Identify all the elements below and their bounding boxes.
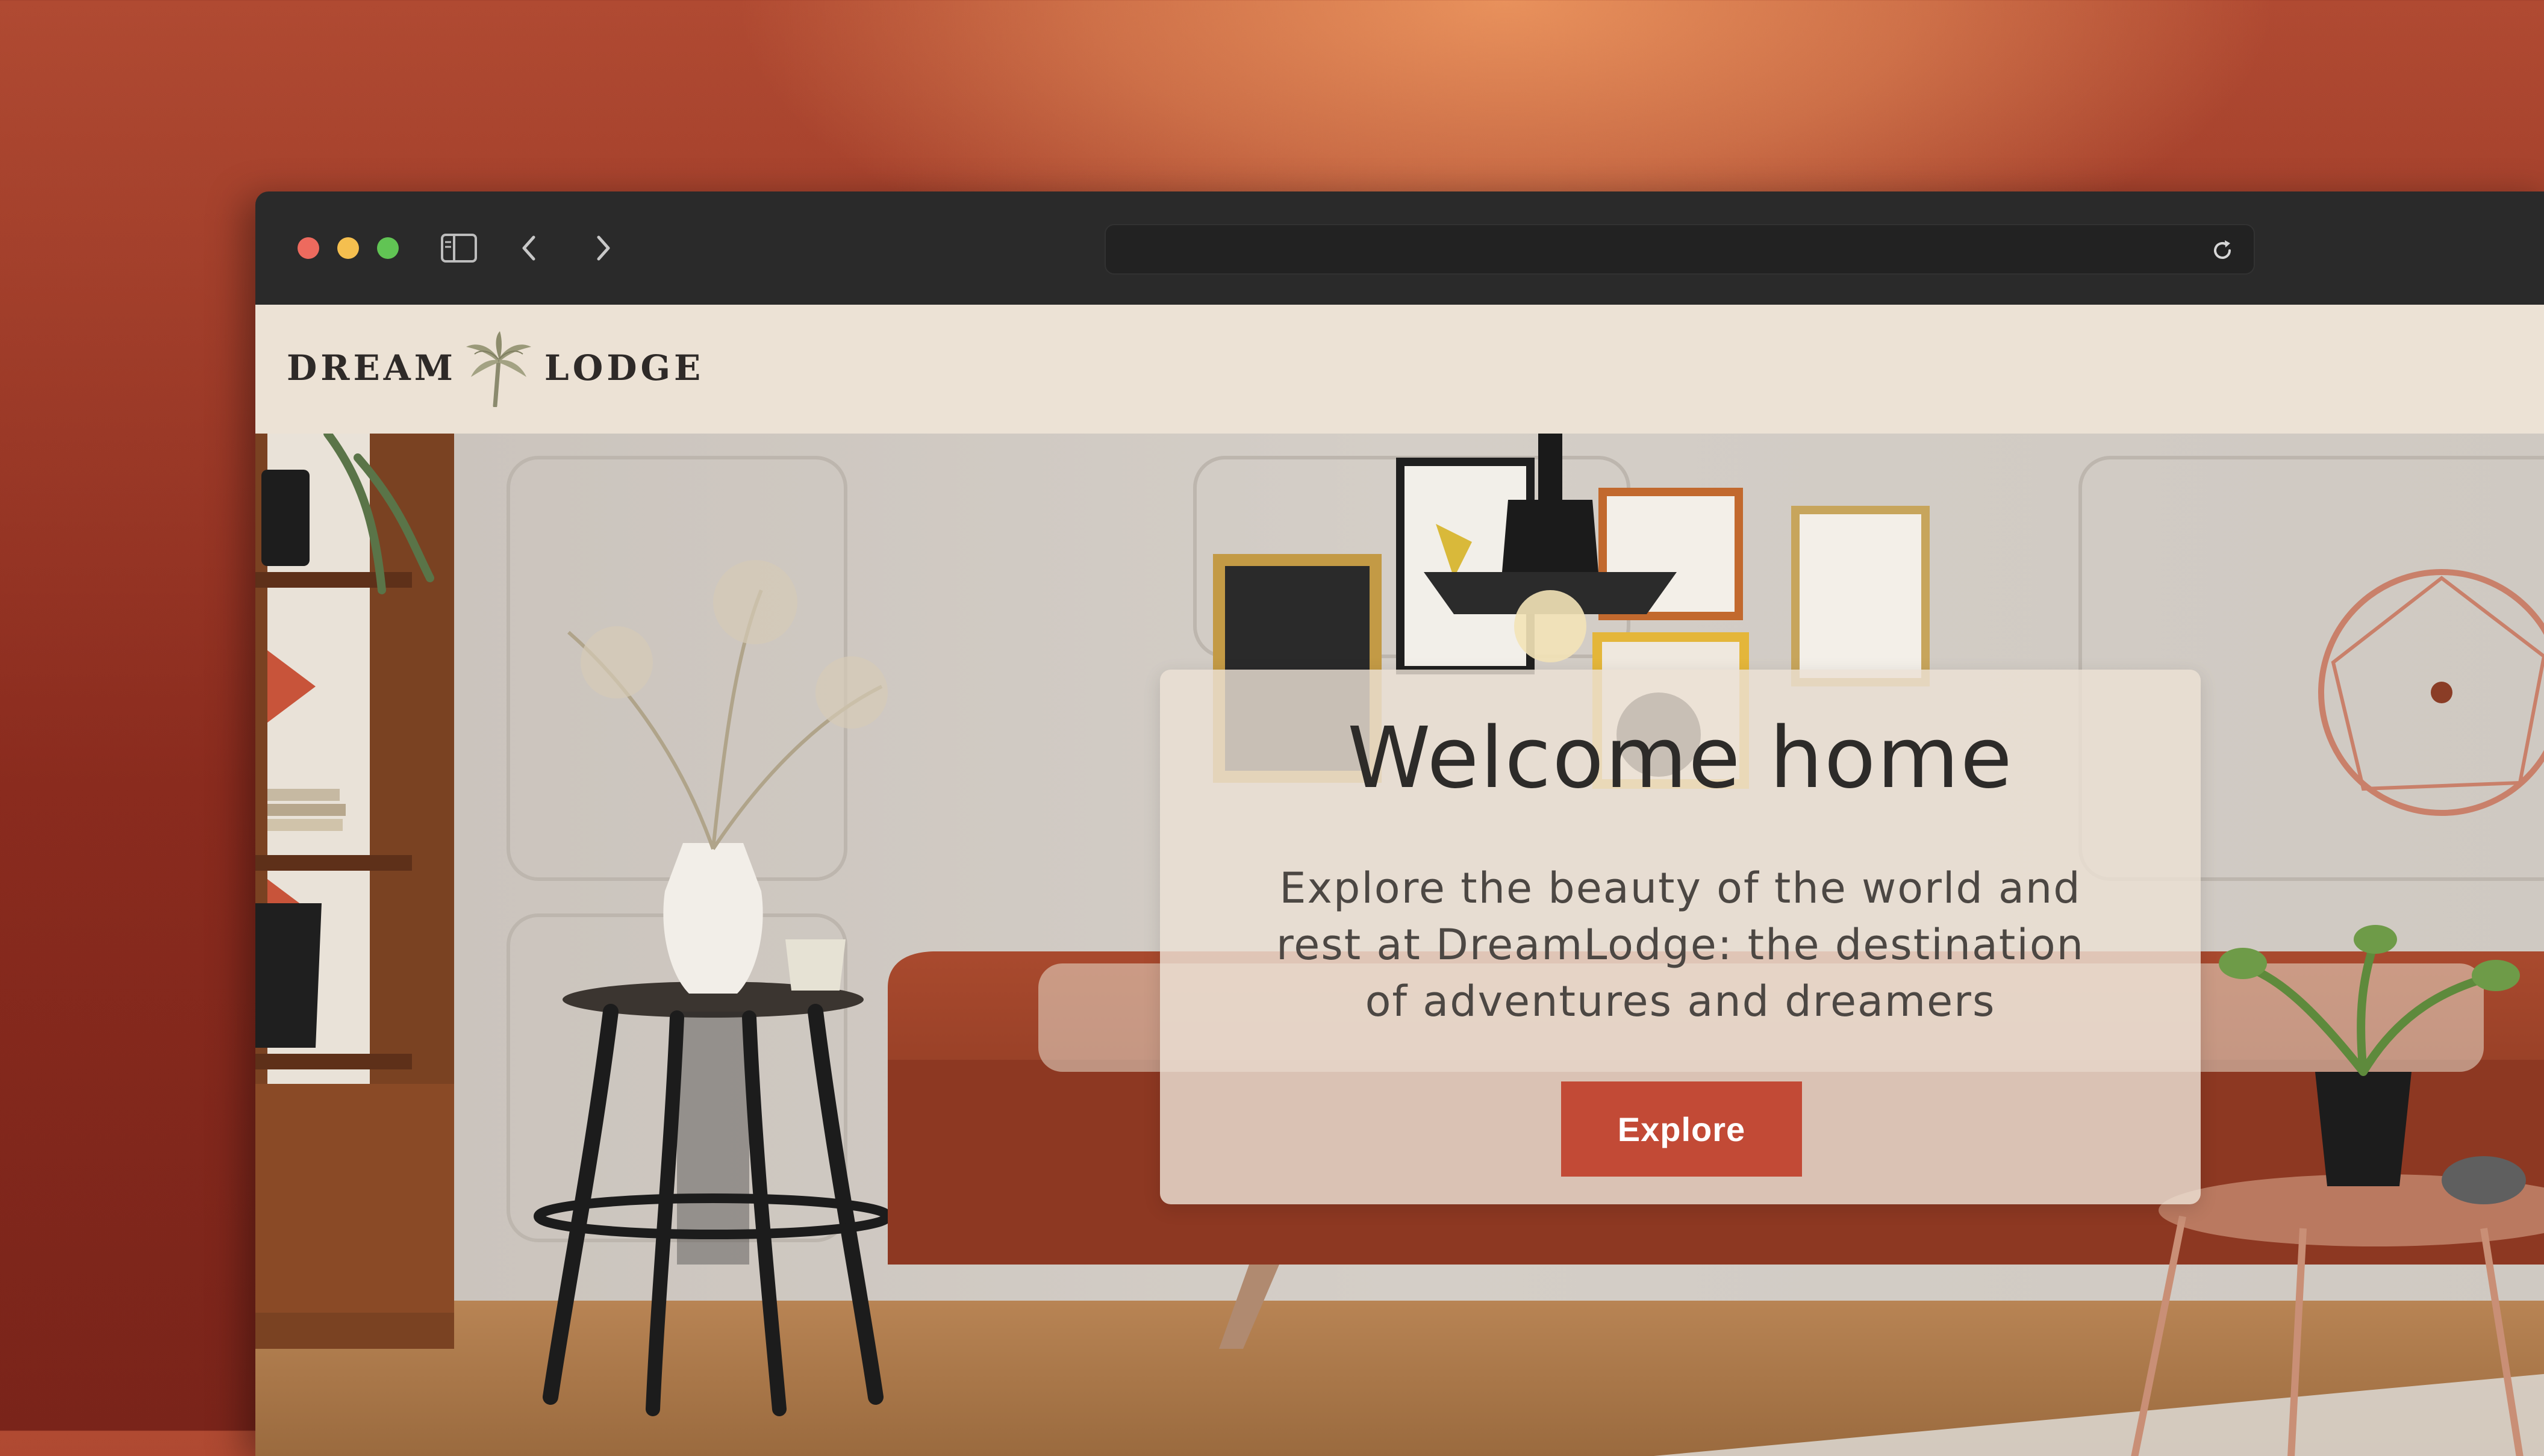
chevron-right-icon[interactable]: [583, 229, 622, 267]
web-page: DREAM LODGE Welcome home Explore the bea…: [255, 305, 2544, 1456]
palm-tree-icon: [463, 329, 535, 408]
browser-toolbar: [255, 191, 2544, 305]
hero-title: Welcome home: [1347, 709, 2013, 807]
hero-section: Welcome home Explore the beauty of the w…: [255, 434, 2544, 1456]
site-header: DREAM LODGE: [255, 305, 2544, 434]
explore-button[interactable]: Explore: [1561, 1081, 1802, 1177]
site-logo[interactable]: DREAM LODGE: [287, 329, 705, 408]
sidebar-icon[interactable]: [440, 229, 478, 267]
logo-word-left: DREAM: [287, 347, 457, 388]
hero-subtitle: Explore the beauty of the world and rest…: [1276, 863, 2085, 1026]
logo-word-right: LODGE: [544, 347, 705, 388]
chevron-left-icon[interactable]: [511, 229, 549, 267]
zoom-window-button[interactable]: [377, 237, 399, 259]
minimize-window-button[interactable]: [337, 237, 359, 259]
reload-icon[interactable]: [2209, 237, 2236, 264]
close-window-button[interactable]: [298, 237, 319, 259]
address-bar[interactable]: [1105, 224, 2255, 275]
browser-window: DREAM LODGE Welcome home Explore the bea…: [255, 191, 2544, 1456]
welcome-card: Welcome home Explore the beauty of the w…: [1160, 670, 2201, 1204]
